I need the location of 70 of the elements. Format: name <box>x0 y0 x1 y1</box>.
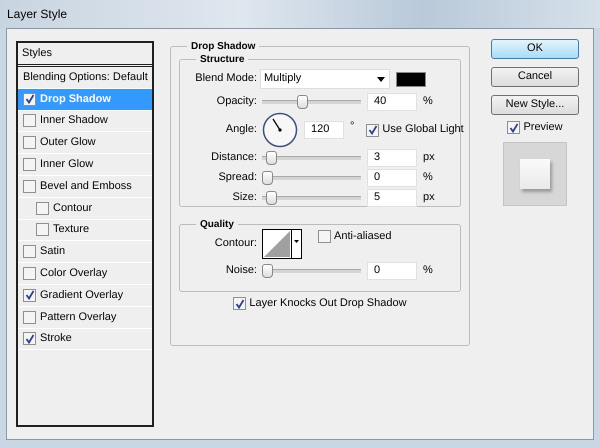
checkbox[interactable] <box>366 124 380 136</box>
field-label: Spread: <box>217 171 258 185</box>
section-title: Drop Shadow <box>190 41 256 52</box>
styles-header: Styles <box>22 46 52 60</box>
checkbox[interactable] <box>23 158 36 172</box>
slider-thumb[interactable] <box>297 94 308 108</box>
checkbox-label: Anti-aliased <box>334 230 392 244</box>
checkbox[interactable] <box>23 180 36 193</box>
style-list-item[interactable]: Inner Glow <box>18 154 152 176</box>
checkbox[interactable] <box>23 136 36 150</box>
checkbox[interactable] <box>23 288 36 302</box>
caret-icon <box>377 76 385 82</box>
preview-square <box>520 159 550 190</box>
contour-picker[interactable] <box>262 229 302 259</box>
field-label: Opacity: <box>216 94 258 108</box>
group-title: Structure <box>199 54 246 65</box>
unit-label: px <box>423 151 435 165</box>
style-list-item[interactable]: Pattern Overlay <box>18 306 152 329</box>
dialog-button[interactable]: New Style... <box>491 95 579 115</box>
checkbox[interactable] <box>507 121 520 134</box>
unit-label: % <box>423 264 433 278</box>
slider-thumb[interactable] <box>262 264 273 278</box>
checkbox[interactable] <box>36 223 49 236</box>
style-list-item[interactable]: Outer Glow <box>18 132 152 154</box>
checkbox-label: Use Global Light <box>382 123 464 137</box>
style-list-item[interactable]: Gradient Overlay <box>18 284 152 307</box>
field-label: Contour: <box>214 237 258 251</box>
checkbox[interactable] <box>23 114 36 128</box>
style-list-item[interactable]: Satin <box>18 241 152 264</box>
checkbox[interactable] <box>23 332 36 346</box>
field-label: Blend Mode: <box>194 72 258 86</box>
field-label: Angle: <box>224 123 258 137</box>
field-label: Distance: <box>210 151 258 165</box>
angle-dial-icon[interactable] <box>262 112 298 148</box>
dialog-button[interactable]: OK <box>491 39 579 59</box>
checkbox-label: Preview <box>523 121 563 134</box>
value-field[interactable]: 5 <box>367 189 417 207</box>
field-label: Noise: <box>224 264 258 278</box>
slider-thumb[interactable] <box>266 151 277 165</box>
field-label: Size: <box>232 191 258 205</box>
slider-thumb[interactable] <box>262 171 273 185</box>
unit-label: % <box>423 94 433 108</box>
value-field[interactable]: 40 <box>367 92 417 110</box>
checkbox[interactable] <box>23 245 36 258</box>
style-list-item[interactable]: Inner Shadow <box>18 110 152 132</box>
color-swatch[interactable] <box>396 72 426 86</box>
checkbox[interactable] <box>23 267 36 280</box>
value-field[interactable]: 3 <box>367 149 417 167</box>
value-field[interactable]: 0 <box>367 262 417 280</box>
style-list-item[interactable]: Texture <box>18 220 152 242</box>
style-list-item[interactable]: Color Overlay <box>18 263 152 285</box>
value-field[interactable]: 120 <box>304 121 344 139</box>
blend-mode-dropdown[interactable]: Multiply <box>260 69 390 89</box>
window-title: Layer Style <box>7 6 68 22</box>
dialog-button[interactable]: Cancel <box>491 67 579 87</box>
style-list-item[interactable]: Stroke <box>18 328 152 350</box>
checkbox-label: Layer Knocks Out Drop Shadow <box>249 297 407 310</box>
checkbox[interactable] <box>233 297 246 310</box>
checkbox[interactable] <box>23 92 36 106</box>
value-field[interactable]: 0 <box>367 169 417 187</box>
style-list-item[interactable]: Bevel and Emboss <box>18 176 152 198</box>
checkbox[interactable] <box>318 230 331 244</box>
unit-label: px <box>423 191 435 205</box>
slider-thumb[interactable] <box>266 191 278 205</box>
group-title: Quality <box>199 219 235 230</box>
unit-label: % <box>423 171 433 185</box>
checkbox[interactable] <box>23 310 36 324</box>
style-list-item[interactable]: Contour <box>18 198 152 220</box>
checkbox[interactable] <box>36 202 49 215</box>
unit-label: ° <box>350 120 354 134</box>
